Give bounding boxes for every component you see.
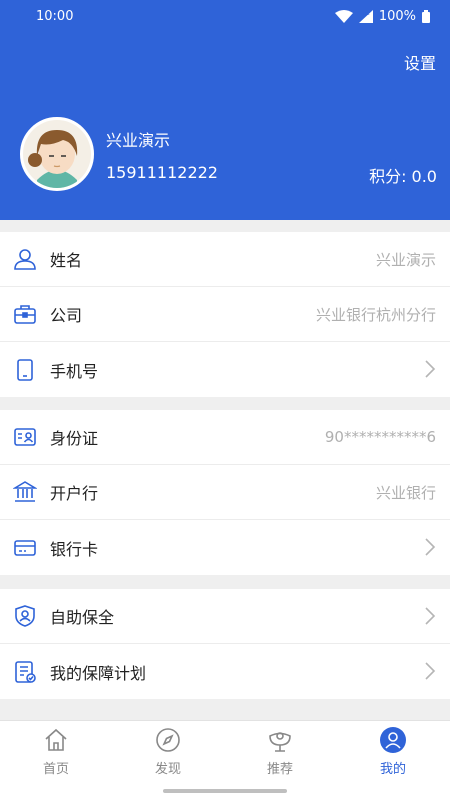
row-id-card[interactable]: 身份证 90***********6 (0, 410, 450, 465)
shield-user-icon (12, 603, 38, 629)
row-label: 自助保全 (50, 608, 115, 627)
row-label: 姓名 (50, 251, 83, 270)
chevron-right-icon (425, 662, 436, 680)
tab-mine[interactable]: 我的 (337, 727, 449, 787)
row-label: 身份证 (50, 429, 99, 448)
profile-header: 10:00 LTE 100% 设置 兴业演示 15911112222 积分: 0… (0, 0, 450, 220)
svg-text:LTE: LTE (363, 11, 370, 16)
row-value: 90***********6 (324, 428, 436, 446)
user-phone: 15911112222 (106, 163, 218, 182)
row-label: 我的保障计划 (50, 663, 147, 683)
recommend-icon (269, 732, 291, 752)
compass-icon (156, 728, 180, 752)
home-icon (45, 728, 67, 751)
tab-label: 发现 (154, 762, 181, 777)
home-indicator (163, 789, 287, 793)
user-icon (12, 246, 38, 272)
battery-percent: 100% (378, 8, 416, 24)
chevron-right-icon (425, 538, 436, 556)
plan-document-icon (12, 659, 38, 685)
row-phone[interactable]: 手机号 (0, 342, 450, 397)
row-label: 银行卡 (50, 539, 99, 559)
bank-info-section: 身份证 90***********6 开户行 兴业银行 银行卡 (0, 410, 450, 575)
status-bar: 10:00 LTE 100% (0, 0, 450, 32)
bank-icon (12, 479, 38, 505)
tab-label: 我的 (379, 762, 406, 777)
row-name[interactable]: 姓名 兴业演示 (0, 232, 450, 287)
settings-button[interactable]: 设置 (404, 50, 436, 74)
row-bank[interactable]: 开户行 兴业银行 (0, 465, 450, 520)
row-bank-card[interactable]: 银行卡 (0, 520, 450, 575)
id-card-icon (12, 424, 38, 450)
user-name: 兴业演示 (106, 131, 171, 150)
row-protection-plan[interactable]: 我的保障计划 (0, 644, 450, 699)
wifi-icon (334, 9, 353, 23)
personal-info-section: 姓名 兴业演示 公司 兴业银行杭州分行 手机号 (0, 232, 450, 397)
row-label: 手机号 (50, 361, 99, 381)
avatar-illustration (23, 120, 91, 188)
mobile-phone-icon (12, 357, 38, 383)
row-company[interactable]: 公司 兴业银行杭州分行 (0, 287, 450, 342)
row-self-service[interactable]: 自助保全 (0, 589, 450, 644)
tab-label: 推荐 (266, 762, 293, 777)
tab-home[interactable]: 首页 (0, 727, 112, 787)
tab-discover[interactable]: 发现 (112, 727, 224, 787)
bottom-tab-bar: 首页 发现 推荐 我的 (0, 720, 450, 800)
row-value: 兴业银行 (375, 483, 436, 502)
row-value: 兴业演示 (375, 250, 436, 269)
chevron-right-icon (425, 607, 436, 625)
chevron-right-icon (425, 360, 436, 378)
row-label: 公司 (50, 306, 83, 325)
insurance-section: 自助保全 我的保障计划 (0, 589, 450, 699)
signal-icon: LTE (358, 9, 373, 23)
battery-icon (422, 9, 430, 23)
avatar[interactable] (20, 117, 94, 191)
profile-icon (380, 727, 406, 753)
tab-label: 首页 (42, 762, 69, 777)
briefcase-icon (12, 301, 38, 327)
row-value: 兴业银行杭州分行 (315, 305, 436, 324)
bank-card-icon (12, 535, 38, 561)
tab-recommend[interactable]: 推荐 (224, 727, 336, 787)
points-balance[interactable]: 积分: 0.0 (369, 163, 437, 187)
row-label: 开户行 (50, 484, 99, 503)
status-time: 10:00 (36, 8, 74, 24)
